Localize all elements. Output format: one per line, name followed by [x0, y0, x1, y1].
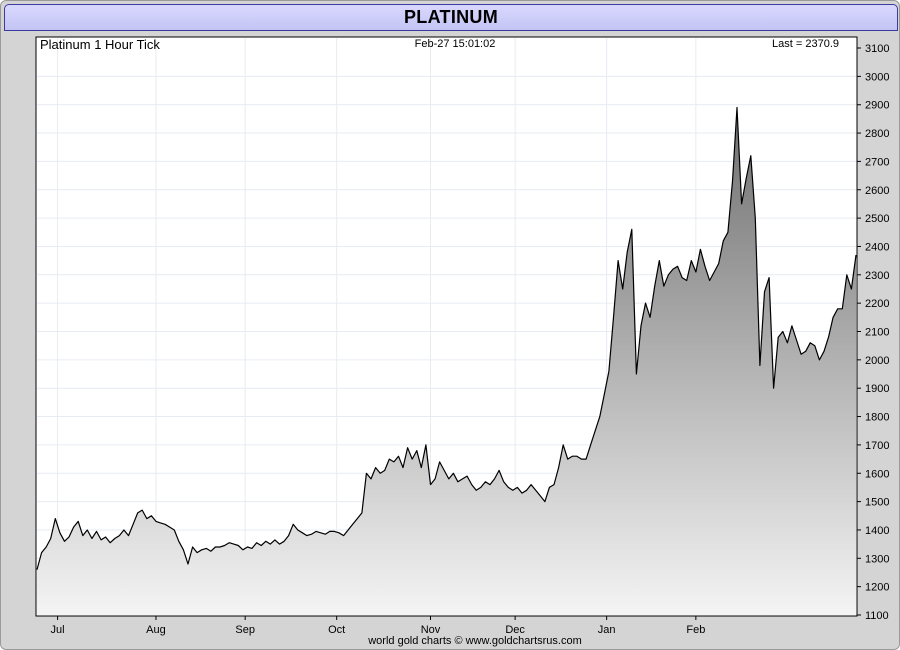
x-tick-label: Jan	[598, 624, 616, 636]
x-axis: Jul Aug Sep Oct Nov Dec Jan Feb	[51, 616, 705, 636]
y-tick-label: 1600	[865, 468, 889, 480]
y-tick-label: 2200	[865, 298, 889, 310]
y-tick-label: 2700	[865, 156, 889, 168]
x-tick-label: Oct	[328, 624, 345, 636]
y-tick-label: 2500	[865, 213, 889, 225]
x-tick-label: Aug	[146, 624, 166, 636]
chart-canvas: 3100 3000 2900 2800 2700 2600 2500 2400 2300 2200…	[35, 36, 889, 647]
y-tick-label: 2100	[865, 327, 889, 339]
y-tick-label: 1700	[865, 440, 889, 452]
y-axis: 3100 3000 2900 2800 2700 2600 2500 2400 2300 2200…	[857, 43, 889, 622]
x-tick-label: Sep	[235, 624, 255, 636]
y-tick-label: 2600	[865, 185, 889, 197]
x-tick-label: Feb	[686, 624, 705, 636]
y-tick-label: 1800	[865, 412, 889, 424]
y-tick-label: 2300	[865, 270, 889, 282]
chart-frame: PLATINUM 3100 3000 2900 2800 2700 2600 2500 240…	[0, 0, 900, 650]
last-price-label: Last = 2370.9	[772, 38, 839, 50]
chart-subtitle: Platinum 1 Hour Tick	[40, 37, 160, 52]
y-tick-label: 1300	[865, 553, 889, 565]
timestamp-label: Feb-27 15:01:02	[415, 38, 496, 50]
y-tick-label: 1500	[865, 497, 889, 509]
y-tick-label: 1900	[865, 383, 889, 395]
y-tick-label: 2900	[865, 100, 889, 112]
footer-credit: world gold charts © www.goldchartsrus.co…	[367, 635, 582, 647]
y-tick-label: 1100	[865, 610, 889, 622]
y-tick-label: 2400	[865, 241, 889, 253]
y-tick-label: 3100	[865, 43, 889, 55]
y-tick-label: 1200	[865, 582, 889, 594]
x-tick-label: Jul	[51, 624, 65, 636]
y-tick-label: 3000	[865, 71, 889, 83]
y-tick-label: 2000	[865, 355, 889, 367]
y-tick-label: 2800	[865, 128, 889, 140]
y-tick-label: 1400	[865, 525, 889, 537]
